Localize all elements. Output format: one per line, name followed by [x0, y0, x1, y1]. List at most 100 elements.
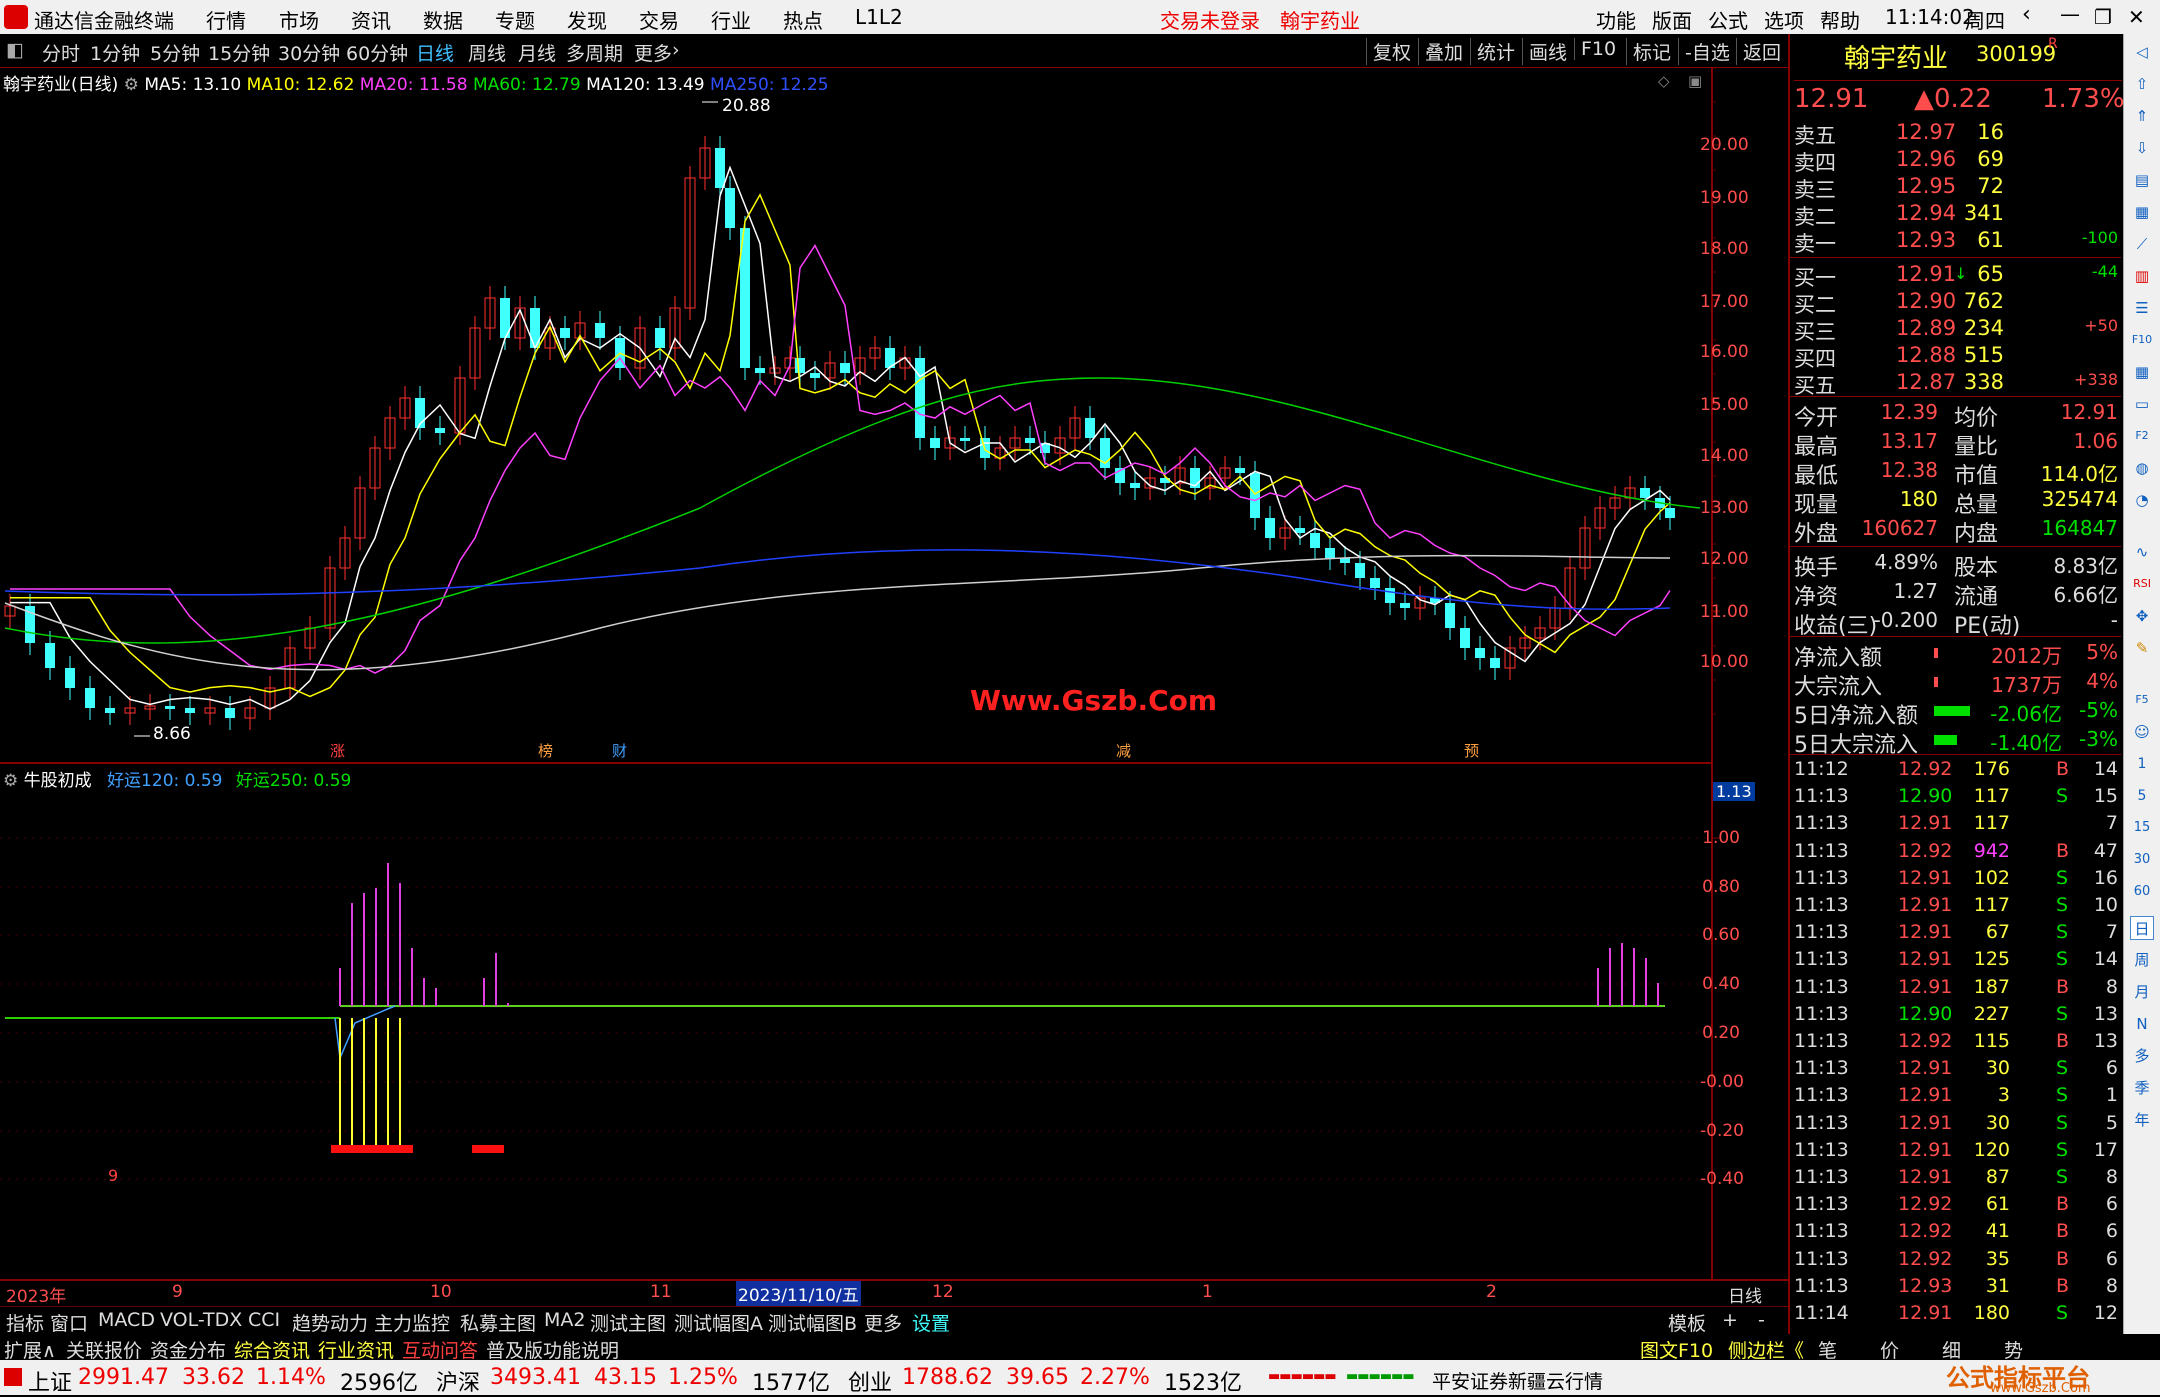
tick-row[interactable]: 11:13 12.91 117 S 10 — [1794, 894, 2122, 921]
tick-row[interactable]: 11:13 12.92 942 B 47 — [1794, 840, 2122, 867]
tab-fund-dist[interactable]: 资金分布 — [150, 1336, 226, 1363]
tick-row[interactable]: 11:13 12.91 125 S 14 — [1794, 948, 2122, 975]
menu-news[interactable]: 资讯 — [351, 5, 391, 34]
sidebar-daily[interactable]: 日 — [2130, 916, 2154, 940]
chart-area[interactable]: 翰宇药业(日线) ⚙ MA5: 13.10 MA10: 12.62 MA20: … — [0, 68, 1788, 1307]
menu-data[interactable]: 数据 — [423, 5, 463, 34]
tick-row[interactable]: 11:13 12.91 87 S 8 — [1794, 1166, 2122, 1193]
list-icon[interactable]: ☰ — [2130, 296, 2154, 320]
tick-row[interactable]: 11:13 12.91 3 S 1 — [1794, 1084, 2122, 1111]
menu-formula[interactable]: 公式 — [1708, 5, 1748, 34]
tick-row[interactable]: 11:13 12.92 35 B 6 — [1794, 1248, 2122, 1275]
event-marker[interactable]: 榜 — [538, 740, 553, 761]
tab-qa[interactable]: 互动问答 — [402, 1336, 478, 1363]
tab-trades[interactable]: 笔 — [1818, 1336, 1837, 1363]
period-multi[interactable]: 多周期 — [566, 39, 623, 66]
tab-sidebar[interactable]: 侧边栏《 — [1728, 1336, 1804, 1363]
tick-row[interactable]: 11:13 12.91 30 S 5 — [1794, 1112, 2122, 1139]
indicator-name[interactable]: 牛股初成 — [24, 771, 92, 791]
tab-help[interactable]: 普及版功能说明 — [486, 1336, 619, 1363]
tool-stats[interactable]: 统计 — [1470, 38, 1515, 65]
period-60-icon[interactable]: 60 — [2130, 880, 2154, 904]
tab-industry-news[interactable]: 行业资讯 — [318, 1336, 394, 1363]
rsi-icon[interactable]: RSI — [2130, 572, 2154, 596]
f5-icon[interactable]: F5 — [2130, 688, 2154, 712]
event-marker[interactable]: 预 — [1464, 740, 1479, 761]
person-icon[interactable]: ☺ — [2130, 720, 2154, 744]
period-weekly[interactable]: 周线 — [468, 39, 506, 66]
tick-row[interactable]: 11:13 12.92 115 B 13 — [1794, 1030, 2122, 1057]
tick-row[interactable]: 11:13 12.91 117 7 — [1794, 812, 2122, 839]
tick-row[interactable]: 11:13 12.91 102 S 16 — [1794, 867, 2122, 894]
candle-icon[interactable]: ▥ — [2130, 264, 2154, 288]
tab-template[interactable]: 模板 — [1668, 1309, 1706, 1336]
menu-market[interactable]: 市场 — [279, 5, 319, 34]
menu-help[interactable]: 帮助 — [1820, 5, 1860, 34]
tool-adjust[interactable]: 复权 — [1366, 38, 1411, 65]
tool-back[interactable]: 返回 — [1736, 38, 1781, 65]
tab-news[interactable]: 综合资讯 — [234, 1336, 310, 1363]
tab-macd[interactable]: MACD — [98, 1309, 155, 1331]
kline-svg[interactable] — [0, 68, 1788, 1283]
tab-price[interactable]: 价 — [1880, 1336, 1899, 1363]
tick-row[interactable]: 11:12 12.92 176 B 14 — [1794, 758, 2122, 785]
tab-private[interactable]: 私募主图 — [460, 1309, 536, 1336]
event-marker[interactable]: 涨 — [330, 740, 345, 761]
ask-row[interactable]: 卖三 12.95 72 — [1794, 174, 2122, 202]
menu-quotes[interactable]: 行情 — [206, 5, 246, 34]
sidebar-n[interactable]: N — [2130, 1012, 2154, 1036]
tab-window[interactable]: 窗口 — [50, 1309, 88, 1336]
tab-more[interactable]: 更多 — [864, 1309, 902, 1336]
tick-row[interactable]: 11:13 12.91 30 S 6 — [1794, 1057, 2122, 1084]
tab-related[interactable]: 关联报价 — [66, 1336, 142, 1363]
market-breadth-icon[interactable]: ▬▬▬▬▬▬ — [1268, 1369, 1337, 1384]
period-15-icon[interactable]: 15 — [2130, 816, 2154, 840]
tab-test-b[interactable]: 测试幅图B — [768, 1309, 857, 1336]
idx2-name[interactable]: 沪深 — [436, 1365, 480, 1397]
ask-row[interactable]: 卖一 12.93 61 -100 — [1794, 228, 2122, 256]
period-intraday[interactable]: 分时 — [42, 39, 80, 66]
back-icon[interactable]: ‹ — [2022, 2, 2031, 27]
settings-gear-icon[interactable]: ⚙ — [3, 771, 24, 791]
axis-period[interactable]: 日线 — [1728, 1282, 1762, 1307]
tool-mark[interactable]: 标记 — [1626, 38, 1671, 65]
ask-row[interactable]: 卖二 12.94 341 — [1794, 201, 2122, 229]
login-status[interactable]: 交易未登录 — [1160, 5, 1260, 34]
period-30-icon[interactable]: 30 — [2130, 848, 2154, 872]
menu-topics[interactable]: 专题 — [495, 5, 535, 34]
f10-icon[interactable]: F10 — [2130, 328, 2154, 352]
arrow-down-icon[interactable]: ⇩ — [2130, 136, 2154, 160]
sidebar-year[interactable]: 年 — [2130, 1108, 2154, 1132]
event-marker[interactable]: 财 — [612, 740, 627, 761]
menu-layout[interactable]: 版面 — [1652, 5, 1692, 34]
close-icon[interactable]: ✕ — [2128, 5, 2145, 29]
tick-row[interactable]: 11:13 12.92 41 B 6 — [1794, 1220, 2122, 1247]
bid-row[interactable]: 买五 12.87 338 +338 — [1794, 370, 2122, 398]
settings-gear-icon[interactable]: ⚙ — [124, 75, 145, 95]
collapse-icon[interactable]: ◁ — [2130, 40, 2154, 64]
period-1-icon[interactable]: 1 — [2130, 752, 2154, 776]
expand-icon[interactable]: ▣ — [1688, 72, 1702, 90]
period-daily[interactable]: 日线 — [416, 39, 454, 66]
tick-row[interactable]: 11:13 12.91 120 S 17 — [1794, 1139, 2122, 1166]
line-chart-icon[interactable]: ⟋ — [2130, 232, 2154, 256]
event-marker[interactable]: 减 — [1116, 740, 1131, 761]
tab-cci[interactable]: CCI — [248, 1309, 280, 1331]
tab-vol[interactable]: VOL-TDX — [160, 1309, 242, 1331]
tick-row[interactable]: 11:13 12.90 117 S 15 — [1794, 785, 2122, 812]
sidebar-weekly[interactable]: 周 — [2130, 948, 2154, 972]
tab-test-main[interactable]: 测试主图 — [590, 1309, 666, 1336]
restore-icon[interactable]: ❐ — [2094, 5, 2112, 29]
wave-icon[interactable]: ∿ — [2130, 540, 2154, 564]
period-5-icon[interactable]: 5 — [2130, 784, 2154, 808]
period-more[interactable]: 更多 — [634, 39, 672, 66]
arrow-up-icon[interactable]: ⇧ — [2130, 72, 2154, 96]
pie-icon[interactable]: ◔ — [2130, 488, 2154, 512]
market-breadth-icon[interactable]: ▬▬▬▬▬▬ — [1346, 1369, 1415, 1384]
tick-row[interactable]: 11:13 12.93 31 B 8 — [1794, 1275, 2122, 1302]
period-monthly[interactable]: 月线 — [518, 39, 556, 66]
menu-industry[interactable]: 行业 — [711, 5, 751, 34]
tick-row[interactable]: 11:13 12.92 61 B 6 — [1794, 1193, 2122, 1220]
idx1-name[interactable]: 上证 — [28, 1365, 72, 1397]
tab-expand[interactable]: 扩展∧ — [4, 1336, 56, 1363]
